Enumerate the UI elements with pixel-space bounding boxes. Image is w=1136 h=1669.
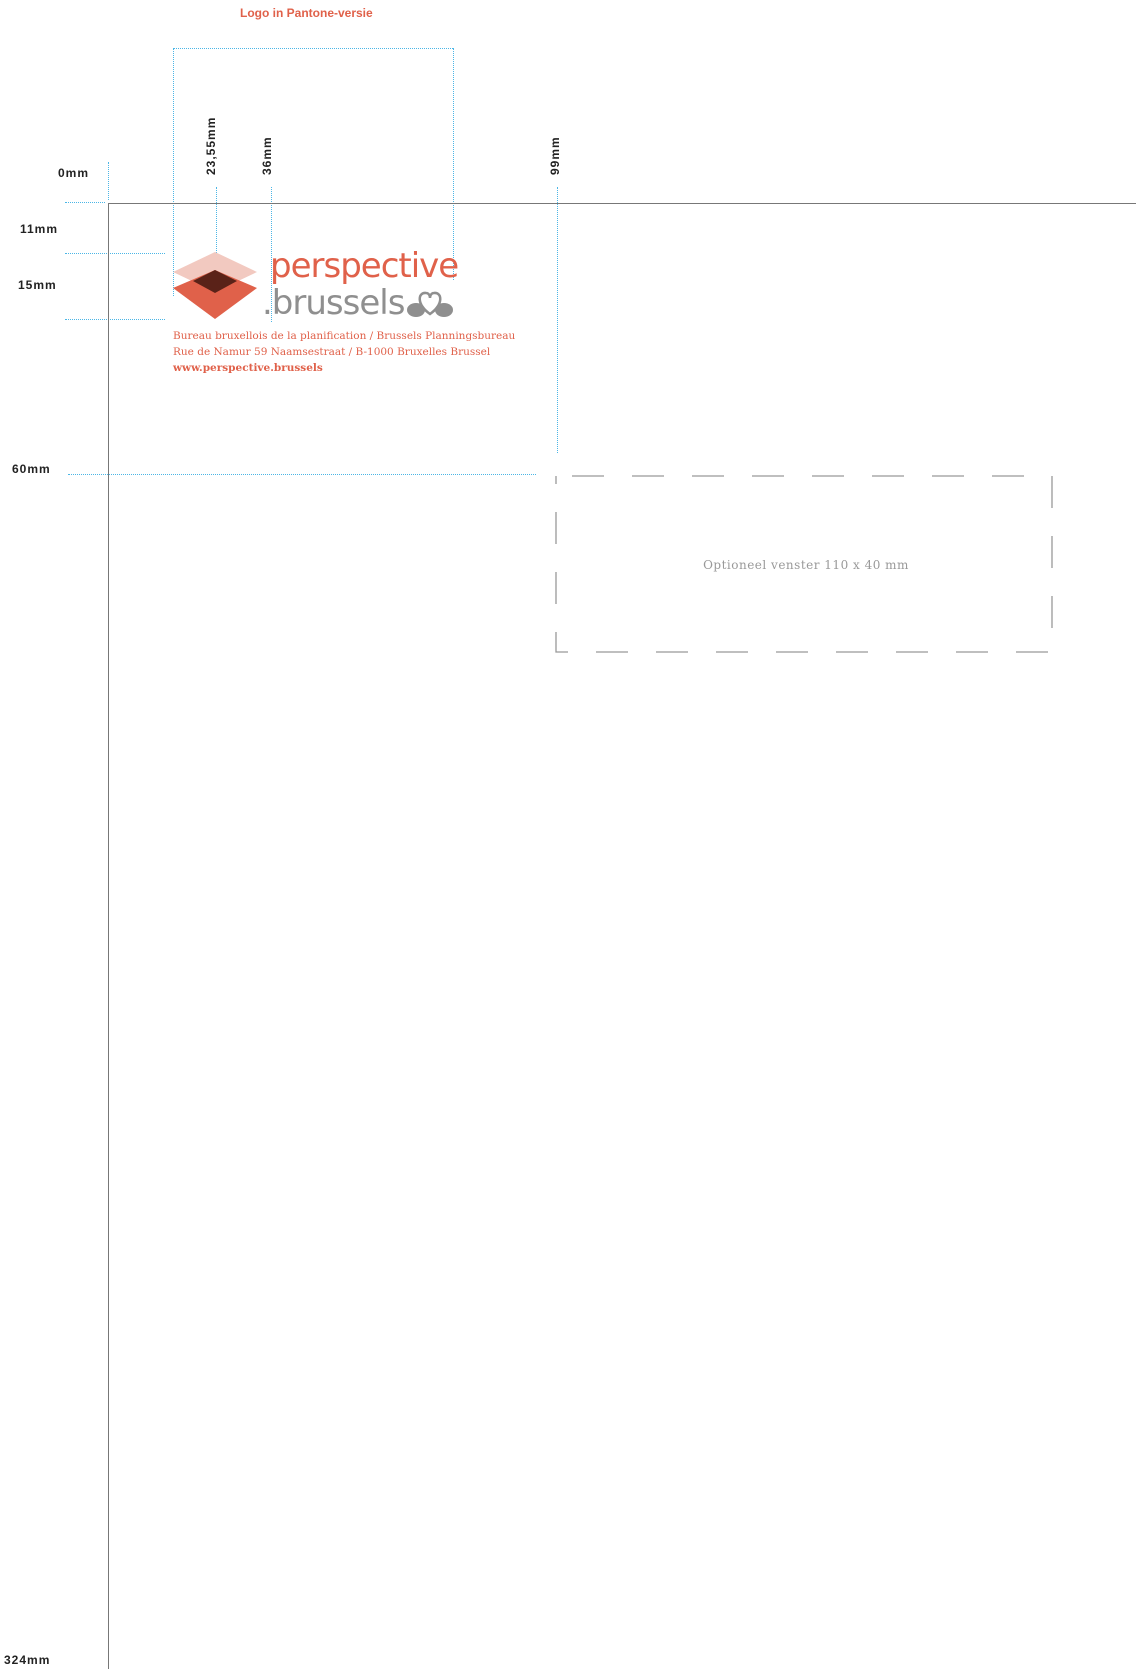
page-border-left (108, 203, 109, 1669)
dim-label-60mm: 60mm (12, 462, 51, 476)
dim-label-23-55mm: 23,55mm (204, 116, 218, 175)
logo-wordmark-perspective: perspective (270, 246, 459, 286)
logo-wordmark-brussels: .brussels (262, 283, 405, 323)
logo-guide-top (173, 48, 453, 49)
guide-15mm (65, 319, 165, 320)
guide-99mm (557, 187, 558, 453)
dim-label-99mm: 99mm (548, 136, 562, 175)
dim-label-11mm: 11mm (20, 222, 59, 236)
address-line-2: Rue de Namur 59 Naamsestraat / B-1000 Br… (173, 346, 491, 358)
guide-60mm (68, 474, 536, 475)
dim-label-324mm: 324mm (4, 1653, 51, 1667)
optional-window-label: Optioneel venster 110 x 40 mm (703, 558, 909, 572)
address-url: www.perspective.brussels (173, 362, 323, 374)
guide-0mm (65, 202, 105, 203)
guide-0mm-vertical (108, 162, 109, 200)
logo-symbol (173, 252, 257, 319)
page-border-top (108, 203, 1136, 204)
address-line-1: Bureau bruxellois de la planification / … (173, 330, 516, 342)
dim-label-15mm: 15mm (18, 278, 57, 292)
guide-11mm (65, 253, 165, 254)
page-title: Logo in Pantone-versie (240, 6, 373, 20)
dim-label-0mm: 0mm (58, 166, 90, 180)
heart-icon (407, 291, 453, 317)
dim-label-36mm: 36mm (260, 136, 274, 175)
